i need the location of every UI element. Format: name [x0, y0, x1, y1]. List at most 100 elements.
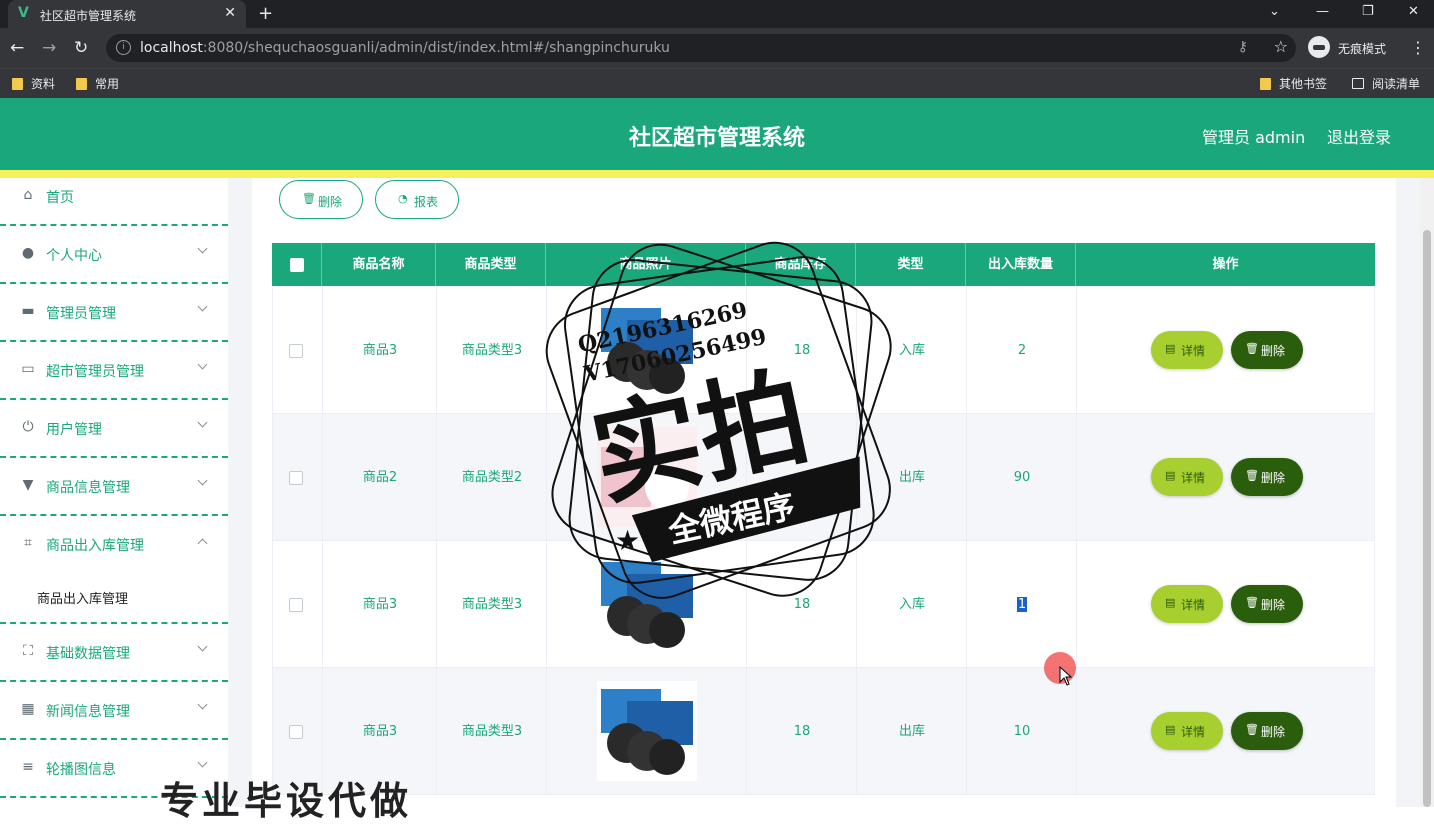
trash-icon: 🗑 — [1245, 723, 1259, 736]
col-header: 类型 — [856, 243, 966, 286]
sidebar-subitem-stock-io[interactable]: 商品出入库管理 — [0, 572, 228, 624]
product-stock: 18 — [793, 597, 811, 612]
reload-icon[interactable]: ↻ — [74, 38, 88, 58]
row-checkbox[interactable] — [289, 725, 303, 739]
sidebar-item-news[interactable]: ▦ 新闻信息管理 — [0, 682, 228, 740]
reading-list-icon — [1352, 78, 1364, 89]
reading-list[interactable]: 阅读清单 — [1352, 75, 1420, 92]
browser-menu-icon[interactable]: ⋮ — [1410, 38, 1426, 57]
table-row: 商品3 商品类型3 18 入库 2 ▤ 详情 🗑 删除 — [272, 287, 1375, 414]
bulk-delete-button[interactable]: 🗑 删除 — [279, 180, 363, 219]
scrollbar-thumb[interactable] — [1423, 230, 1431, 807]
sidebar-item-products[interactable]: ▼ 商品信息管理 — [0, 458, 228, 516]
document-icon: ▤ — [1165, 469, 1176, 482]
power-icon: ⏻ — [22, 419, 34, 435]
key-icon[interactable]: ⚷ — [1238, 39, 1248, 55]
sidebar-item-profile[interactable]: ● 个人中心 — [0, 226, 228, 284]
pie-chart-icon: ◔ — [398, 192, 408, 205]
user-icon: ● — [21, 245, 35, 261]
paint-roller-icon: ▼ — [22, 477, 34, 493]
product-photo — [597, 681, 697, 781]
folder-icon — [1260, 78, 1271, 90]
forward-icon[interactable]: → — [42, 38, 56, 58]
delete-button[interactable]: 🗑 删除 — [1231, 585, 1303, 623]
sidebar: ⌂ 首页 ● 个人中心 ▬ 管理员管理 ▭ 超市管理员管理 ⏻ 用户管理 ▼ 商… — [0, 178, 228, 807]
col-header: 商品库存 — [746, 243, 856, 286]
row-checkbox[interactable] — [289, 471, 303, 485]
sidebar-item-home[interactable]: ⌂ 首页 — [0, 178, 228, 226]
delete-button[interactable]: 🗑 删除 — [1231, 331, 1303, 369]
table-row: 商品2 商品类型2 出库 90 ▤ 详情 🗑 删除 — [272, 414, 1375, 541]
tab-search-icon[interactable]: ⌄ — [1269, 4, 1280, 19]
page-scrollbar[interactable] — [1420, 178, 1434, 807]
site-info-icon[interactable]: i — [116, 40, 131, 55]
product-photo — [597, 300, 697, 400]
io-type: 入库 — [898, 597, 925, 612]
trash-icon: 🗑 — [1245, 596, 1259, 609]
minimize-icon[interactable]: — — [1316, 4, 1329, 19]
vue-logo-icon: V — [18, 5, 29, 21]
detail-button[interactable]: ▤ 详情 — [1151, 331, 1223, 369]
product-name: 商品3 — [362, 597, 398, 612]
detail-button[interactable]: ▤ 详情 — [1151, 585, 1223, 623]
product-stock — [747, 414, 857, 541]
full-screen-icon: ⛶ — [23, 643, 33, 659]
chevron-down-icon — [197, 757, 208, 768]
product-stock: 18 — [793, 343, 811, 358]
tab-close-icon[interactable]: ✕ — [224, 5, 236, 21]
delete-button[interactable]: 🗑 删除 — [1231, 458, 1303, 496]
product-photo — [597, 427, 697, 527]
new-tab-icon[interactable]: + — [258, 3, 273, 24]
report-button[interactable]: ◔ 报表 — [375, 180, 459, 219]
app-header: 社区超市管理系统 管理员 admin 退出登录 — [0, 98, 1434, 170]
logout-link[interactable]: 退出登录 — [1327, 124, 1391, 148]
home-icon: ⌂ — [23, 187, 33, 203]
sidebar-item-admins[interactable]: ▬ 管理员管理 — [0, 284, 228, 342]
selected-quantity-text: 1 — [1016, 597, 1028, 612]
trash-icon: 🗑 — [302, 192, 316, 205]
chevron-down-icon — [197, 359, 208, 370]
detail-button[interactable]: ▤ 详情 — [1151, 458, 1223, 496]
other-bookmarks[interactable]: 其他书签 — [1260, 75, 1327, 92]
chevron-down-icon — [197, 699, 208, 710]
sidebar-item-users[interactable]: ⏻ 用户管理 — [0, 400, 228, 458]
sidebar-item-base-data[interactable]: ⛶ 基础数据管理 — [0, 624, 228, 682]
col-header: 操作 — [1212, 257, 1239, 272]
io-type: 出库 — [898, 470, 925, 485]
browser-tab[interactable]: V 社区超市管理系统 ✕ — [8, 0, 246, 28]
chevron-down-icon — [197, 301, 208, 312]
folder-icon — [76, 78, 87, 90]
url-field[interactable]: i localhost:8080/shequchaosguanli/admin/… — [106, 34, 1296, 62]
document-icon: ▤ — [1165, 342, 1176, 355]
delete-button[interactable]: 🗑 删除 — [1231, 712, 1303, 750]
restore-icon[interactable]: ❐ — [1362, 4, 1374, 19]
table-row: 商品3 商品类型3 18 出库 10 ▤ 详情 🗑 删除 — [272, 668, 1375, 795]
product-photo — [597, 554, 697, 654]
sidebar-item-store-admins[interactable]: ▭ 超市管理员管理 — [0, 342, 228, 400]
back-icon[interactable]: ← — [10, 38, 24, 58]
current-user: 管理员 admin — [1202, 128, 1306, 147]
detail-button[interactable]: ▤ 详情 — [1151, 712, 1223, 750]
bookmark-star-icon[interactable]: ☆ — [1274, 37, 1288, 56]
row-checkbox[interactable] — [289, 598, 303, 612]
product-type: 商品类型3 — [461, 597, 523, 612]
close-window-icon[interactable]: ✕ — [1408, 4, 1419, 19]
product-type: 商品类型3 — [461, 724, 523, 739]
select-all-checkbox[interactable] — [290, 258, 304, 272]
header-accent-strip — [0, 170, 1434, 178]
sidebar-item-stock-io[interactable]: ⌗ 商品出入库管理 — [0, 516, 228, 574]
incognito-icon — [1308, 36, 1330, 58]
col-header: 商品照片 — [546, 243, 746, 286]
crop-icon: ⌗ — [24, 535, 32, 551]
col-header: 商品类型 — [436, 243, 546, 286]
row-checkbox[interactable] — [289, 344, 303, 358]
chevron-down-icon — [197, 475, 208, 486]
chevron-up-icon — [197, 538, 208, 549]
product-name: 商品2 — [362, 470, 398, 485]
bookmark-folder[interactable]: 资料 — [12, 75, 55, 92]
folder-icon — [12, 78, 23, 90]
grid-icon: ▦ — [21, 701, 35, 717]
bookmark-folder[interactable]: 常用 — [76, 75, 119, 92]
product-name: 商品3 — [362, 343, 398, 358]
col-header: 出入库数量 — [966, 243, 1076, 286]
